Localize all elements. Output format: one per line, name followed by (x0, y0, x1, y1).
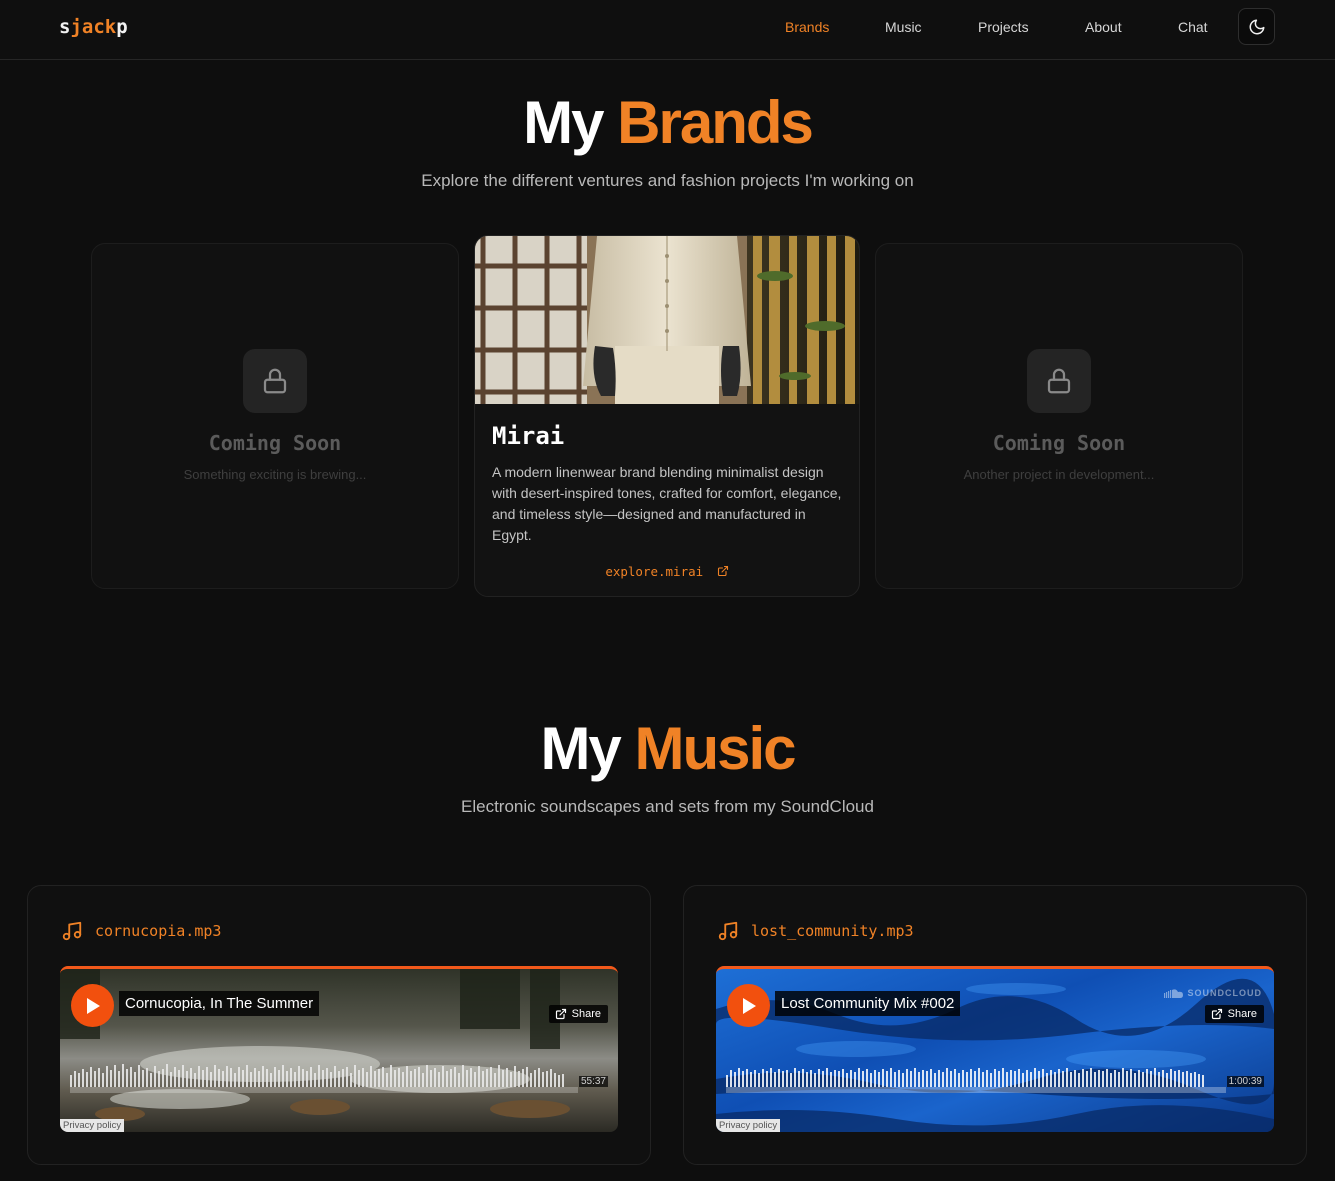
top-navigation: sjackp Brands Music Projects About Chat (0, 0, 1335, 60)
track-file-name: cornucopia.mp3 (61, 920, 221, 942)
moon-icon (1249, 19, 1264, 34)
music-note-icon (718, 921, 738, 941)
privacy-policy-link[interactable]: Privacy policy (716, 1119, 781, 1132)
lock-icon-box (243, 349, 307, 413)
site-logo[interactable]: sjackp (59, 16, 128, 38)
brands-title: My Brands (523, 89, 814, 156)
explore-mirai-link[interactable]: explore.mirai (475, 564, 859, 579)
music-card-lost-community: lost_community.mp3 SOUNDCLOUD Lost Commu… (683, 885, 1307, 1165)
share-icon (1211, 1008, 1222, 1020)
mirai-product-image (475, 236, 859, 404)
nav-link-music[interactable]: Music (885, 19, 922, 35)
nav-link-projects[interactable]: Projects (978, 19, 1029, 35)
music-subtitle: Electronic soundscapes and sets from my … (461, 797, 874, 816)
music-note-icon (62, 921, 82, 941)
card-title: Coming Soon (208, 431, 342, 455)
brand-description: A modern linenwear brand blending minima… (492, 464, 842, 543)
lock-icon-box (1027, 349, 1091, 413)
brand-name: Mirai (492, 422, 565, 450)
lock-icon (263, 368, 287, 394)
play-icon (742, 997, 756, 1014)
waveform[interactable] (726, 1059, 1226, 1093)
brand-card-coming-soon: Coming Soon Something exciting is brewin… (91, 243, 459, 589)
card-subtitle: Another project in development... (963, 467, 1155, 482)
soundcloud-icon (1163, 988, 1183, 998)
privacy-policy-link[interactable]: Privacy policy (60, 1119, 125, 1132)
nav-link-about[interactable]: About (1085, 19, 1122, 35)
soundcloud-logo: SOUNDCLOUD (1163, 988, 1263, 998)
track-title[interactable]: Lost Community Mix #002 (775, 991, 961, 1016)
track-file-name: lost_community.mp3 (717, 920, 914, 942)
card-subtitle: Something exciting is brewing... (183, 467, 367, 482)
play-button[interactable] (727, 984, 770, 1027)
brand-card-coming-soon: Coming Soon Another project in developme… (875, 243, 1243, 589)
track-title[interactable]: Cornucopia, In The Summer (119, 991, 320, 1016)
soundcloud-player[interactable]: Cornucopia, In The Summer Share 55:37 Pr… (60, 966, 618, 1132)
nav-link-chat[interactable]: Chat (1178, 19, 1208, 35)
share-button[interactable]: Share (1204, 1005, 1264, 1023)
nav-link-brands[interactable]: Brands (785, 19, 829, 35)
card-title: Coming Soon (992, 431, 1126, 455)
music-card-cornucopia: cornucopia.mp3 Cornucopia, In The Summer… (27, 885, 651, 1165)
waveform[interactable] (70, 1059, 578, 1093)
lock-icon (1047, 368, 1071, 394)
play-button[interactable] (71, 984, 114, 1027)
soundcloud-player[interactable]: SOUNDCLOUD Lost Community Mix #002 Share… (716, 966, 1274, 1132)
brand-card-mirai[interactable]: Mirai A modern linenwear brand blending … (474, 235, 860, 597)
track-duration: 1:00:39 (1226, 1076, 1264, 1087)
share-icon (555, 1008, 566, 1020)
track-duration: 55:37 (578, 1076, 608, 1087)
music-title: My Music (540, 715, 796, 782)
theme-toggle-button[interactable] (1238, 8, 1275, 45)
share-button[interactable]: Share (548, 1005, 608, 1023)
play-icon (86, 997, 100, 1014)
brands-subtitle: Explore the different ventures and fashi… (421, 171, 914, 190)
external-link-icon (717, 565, 728, 577)
